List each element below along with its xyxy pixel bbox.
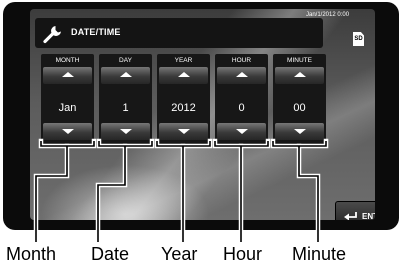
callout-lines xyxy=(33,138,329,245)
callout-year-label: Year xyxy=(161,244,198,264)
callout-minute-label: Minute xyxy=(292,244,347,264)
callout-date-label: Date xyxy=(91,244,130,264)
callout-month-label: Month xyxy=(6,244,57,264)
callout-hour-label: Hour xyxy=(223,244,263,264)
